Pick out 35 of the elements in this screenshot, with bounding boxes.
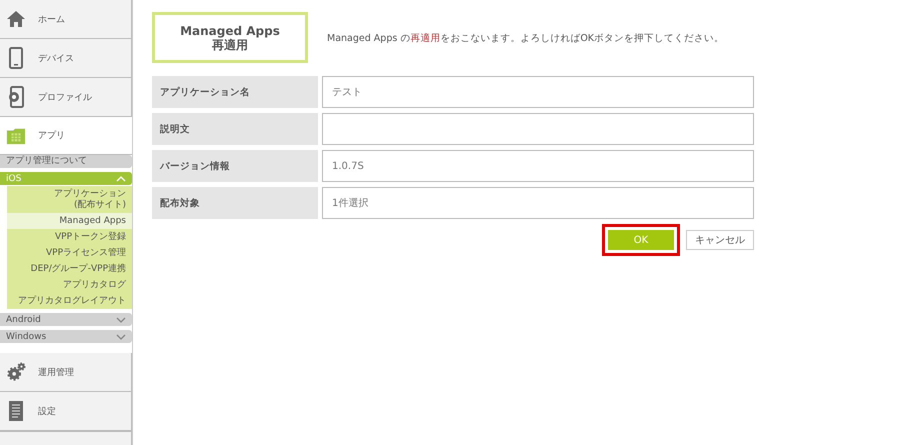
smartphone-icon bbox=[9, 47, 23, 69]
platform-group-header[interactable]: Android bbox=[0, 313, 132, 326]
input-field[interactable]: 1.0.7S bbox=[322, 150, 754, 182]
app-folder-icon bbox=[6, 126, 26, 146]
submenu-item[interactable]: アプリカタログレイアウト bbox=[7, 293, 132, 309]
chevron-down-icon bbox=[116, 316, 126, 322]
chevron-down-icon bbox=[116, 334, 126, 340]
cancel-button[interactable]: キャンセル bbox=[686, 230, 754, 250]
nav-item[interactable]: 設定 bbox=[0, 392, 132, 431]
input-field[interactable]: テスト bbox=[322, 76, 754, 108]
field-label: 説明文 bbox=[152, 113, 318, 145]
nav-item[interactable]: ホーム bbox=[0, 0, 132, 39]
nav-item[interactable]: 運用管理 bbox=[0, 353, 132, 392]
input-field[interactable]: 1件選択 bbox=[322, 187, 754, 219]
nav-item[interactable]: プロファイル bbox=[0, 78, 132, 117]
field-label: アプリケーション名 bbox=[152, 76, 318, 108]
submenu-item[interactable]: DEP/グループ-VPP連携 bbox=[7, 261, 132, 277]
submenu-item[interactable]: アプリケーション (配布サイト) bbox=[7, 186, 132, 213]
submenu-item[interactable]: VPPライセンス管理 bbox=[7, 245, 132, 261]
nav-item[interactable]: デバイス bbox=[0, 39, 132, 78]
profile-gear-icon bbox=[7, 86, 25, 108]
submenu-item[interactable]: VPPトークン登録 bbox=[7, 229, 132, 245]
home-icon bbox=[6, 10, 26, 28]
nav-link[interactable]: アプリ管理について bbox=[0, 155, 132, 168]
field-label: 配布対象 bbox=[152, 187, 318, 219]
gears-icon bbox=[6, 361, 26, 383]
submenu-item[interactable]: アプリカタログ bbox=[7, 277, 132, 293]
document-icon bbox=[9, 401, 23, 421]
submenu-item[interactable]: Managed Apps bbox=[7, 213, 132, 229]
page-title: Managed Apps 再適用 bbox=[152, 12, 308, 63]
input-field[interactable] bbox=[322, 113, 754, 145]
instruction-text: Managed Apps の再適用をおこないます。よろしければOKボタンを押下してください。 bbox=[327, 32, 724, 45]
chevron-up-icon bbox=[116, 176, 126, 182]
platform-group-header[interactable]: Windows bbox=[0, 330, 132, 343]
field-label: バージョン情報 bbox=[152, 150, 318, 182]
